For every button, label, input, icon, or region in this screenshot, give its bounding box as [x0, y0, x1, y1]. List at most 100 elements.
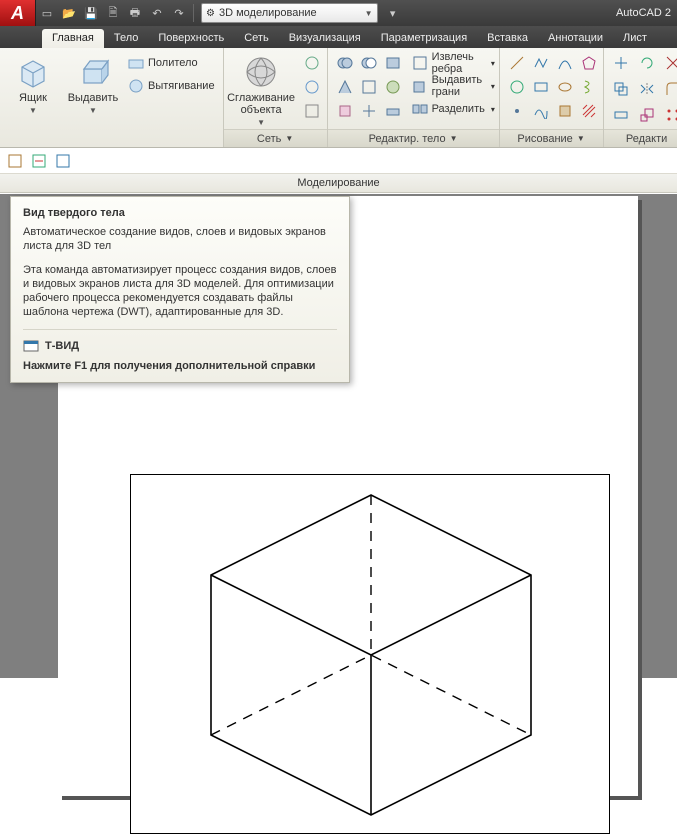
union-icon[interactable] [334, 52, 356, 74]
tab-solid[interactable]: Тело [104, 29, 149, 48]
box-label: Ящик [19, 92, 47, 104]
polygon-icon[interactable] [578, 52, 600, 74]
chevron-down-icon: ▼ [29, 106, 37, 115]
workspace-dropdown[interactable]: ⚙ 3D моделирование ▼ [201, 3, 378, 23]
sub-toolbar: ⊣ Моделирование [0, 148, 677, 174]
chevron-down-icon: ▼ [89, 106, 97, 115]
qat-undo-icon[interactable]: ↶ [147, 3, 167, 23]
ellipse-icon[interactable] [554, 76, 576, 98]
region-icon[interactable] [554, 100, 576, 122]
sphere-mesh-icon [243, 54, 279, 90]
title-bar: A ▭ 📂 💾 🗎 🖶 ↶ ↷ ⚙ 3D моделирование ▼ ▾ A… [0, 0, 677, 26]
tooltip-f1-hint: Нажмите F1 для получения дополнительной … [23, 360, 337, 372]
panel-title-solidedit[interactable]: Редактир. тело▼ [328, 129, 499, 147]
move-icon[interactable] [610, 52, 632, 74]
polysolid-button[interactable]: Политело [126, 52, 217, 74]
subpanel-title[interactable]: Моделирование [0, 173, 677, 193]
subtool-2[interactable] [28, 150, 50, 172]
mirror-icon[interactable] [636, 78, 658, 100]
polysolid-label: Политело [148, 57, 198, 69]
panel-title-modify[interactable]: Редакти [604, 129, 677, 147]
smooth-object-button[interactable]: Сглаживаниеобъекта ▼ [227, 52, 295, 127]
panel-mesh: Сглаживаниеобъекта ▼ Сеть▼ [224, 48, 328, 147]
panel-modify: Редакти [604, 48, 677, 147]
trim-icon[interactable] [662, 52, 677, 74]
subtract-icon[interactable] [358, 52, 380, 74]
ribbon-tabs: Главная Тело Поверхность Сеть Визуализац… [0, 26, 677, 48]
presspull-icon [128, 78, 144, 94]
tab-insert[interactable]: Вставка [477, 29, 538, 48]
panel-draw: Рисование▼ [500, 48, 604, 147]
qat-open-icon[interactable]: 📂 [59, 3, 79, 23]
mesh-tool-2[interactable] [301, 76, 323, 98]
spline-icon[interactable] [530, 100, 552, 122]
stretch-icon[interactable] [610, 104, 632, 126]
chevron-down-icon: ▼ [365, 9, 373, 18]
extract-edges-icon [412, 55, 428, 71]
se5-icon[interactable] [358, 76, 380, 98]
mesh-tool-1[interactable] [301, 52, 323, 74]
array-icon[interactable] [662, 104, 677, 126]
panel-title-mesh[interactable]: Сеть▼ [224, 129, 327, 147]
gear-icon: ⚙ [206, 8, 215, 19]
extrude-button[interactable]: Выдавить ▼ [66, 52, 120, 115]
viewport-frame [130, 474, 610, 834]
tab-parametric[interactable]: Параметризация [371, 29, 477, 48]
command-icon [23, 338, 39, 354]
panel-modeling: Ящик ▼ Выдавить ▼ Политело Вытягивание [0, 48, 224, 147]
extrude-faces-button[interactable]: Выдавить грани▾ [410, 75, 497, 97]
solidedit-icon-grid [334, 52, 404, 122]
rect-icon[interactable] [530, 76, 552, 98]
se8-icon[interactable] [358, 100, 380, 122]
se7-icon[interactable] [334, 100, 356, 122]
tooltip-command: Т-ВИД [23, 329, 337, 354]
circle-icon[interactable] [506, 76, 528, 98]
app-title: AutoCAD 2 [616, 7, 671, 19]
chevron-down-icon: ▼ [257, 118, 265, 127]
tab-surface[interactable]: Поверхность [148, 29, 234, 48]
tab-layout[interactable]: Лист [613, 29, 657, 48]
ribbon: Ящик ▼ Выдавить ▼ Политело Вытягивание [0, 48, 677, 148]
tab-annotate[interactable]: Аннотации [538, 29, 613, 48]
qat-customize-icon[interactable]: ▾ [383, 3, 403, 23]
tooltip-description: Эта команда автоматизирует процесс созда… [23, 263, 337, 319]
panel-title-draw[interactable]: Рисование▼ [500, 129, 603, 147]
se6-icon[interactable] [382, 76, 404, 98]
extract-edges-button[interactable]: Извлечь ребра▾ [410, 52, 497, 74]
mesh-tool-3[interactable] [301, 100, 323, 122]
tab-visualize[interactable]: Визуализация [279, 29, 371, 48]
copy-icon[interactable] [610, 78, 632, 100]
cube-drawing [131, 475, 611, 835]
workspace-label: 3D моделирование [219, 7, 317, 19]
qat-saveas-icon[interactable]: 🗎 [103, 3, 123, 23]
helix-icon[interactable] [578, 76, 600, 98]
tooltip-title: Вид твердого тела [23, 207, 337, 219]
tab-mesh[interactable]: Сеть [234, 29, 278, 48]
qat-save-icon[interactable]: 💾 [81, 3, 101, 23]
intersect-icon[interactable] [382, 52, 404, 74]
panel-solid-edit: Извлечь ребра▾ Выдавить грани▾ Разделить… [328, 48, 500, 147]
line-icon[interactable] [506, 52, 528, 74]
subtool-1[interactable] [4, 150, 26, 172]
qat-print-icon[interactable]: 🖶 [125, 3, 145, 23]
qat-redo-icon[interactable]: ↷ [169, 3, 189, 23]
presspull-button[interactable]: Вытягивание [126, 75, 217, 97]
scale-icon[interactable] [636, 104, 658, 126]
presspull-label: Вытягивание [148, 80, 215, 92]
point-icon[interactable] [506, 100, 528, 122]
hatch-icon[interactable] [578, 100, 600, 122]
rotate-icon[interactable] [636, 52, 658, 74]
qat-new-icon[interactable]: ▭ [37, 3, 57, 23]
polysolid-icon [128, 55, 144, 71]
subtool-3[interactable] [52, 150, 74, 172]
se4-icon[interactable] [334, 76, 356, 98]
pline-icon[interactable] [530, 52, 552, 74]
se9-icon[interactable] [382, 100, 404, 122]
separate-button[interactable]: Разделить▾ [410, 98, 497, 120]
box-icon [15, 54, 51, 90]
arc-icon[interactable] [554, 52, 576, 74]
fillet-icon[interactable] [662, 78, 677, 100]
box-button[interactable]: Ящик ▼ [6, 52, 60, 115]
app-menu-button[interactable]: A [0, 0, 36, 26]
tab-home[interactable]: Главная [42, 29, 104, 48]
